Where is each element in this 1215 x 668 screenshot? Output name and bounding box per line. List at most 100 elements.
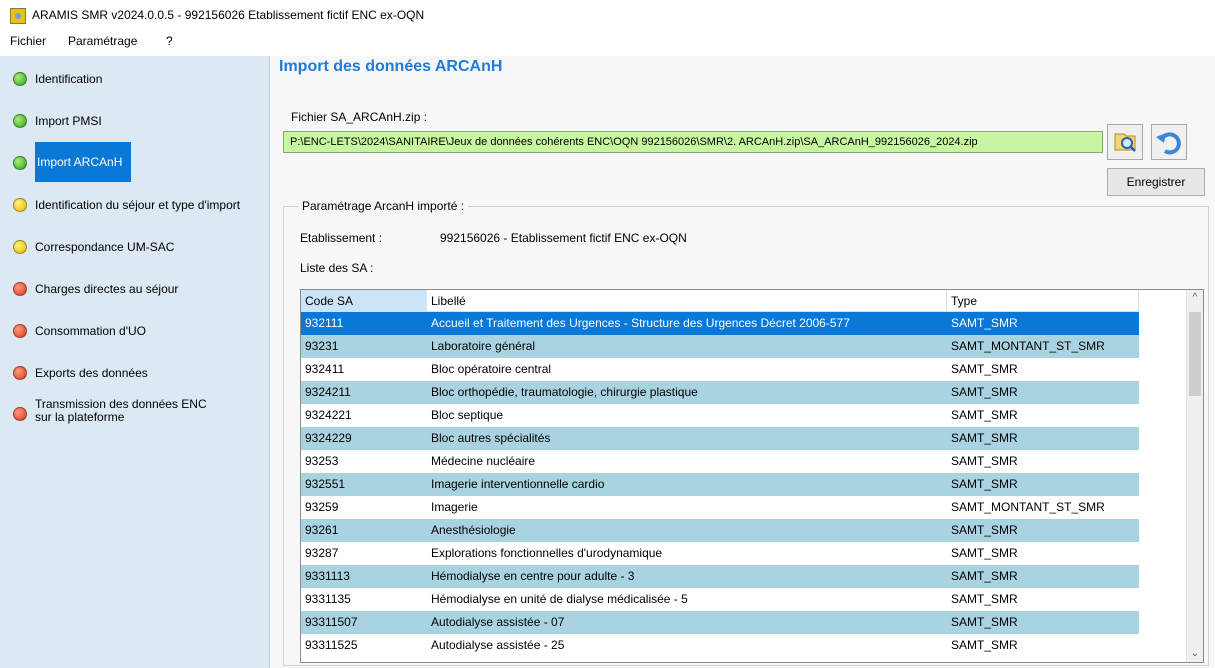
sidebar-item-label: Consommation d'UO [35,324,146,338]
table-row[interactable]: 9331113 Hémodialyse en centre pour adulte… [301,565,1139,588]
page-title: Import des données ARCAnH [279,58,503,75]
save-button[interactable]: Enregistrer [1107,168,1205,196]
cell-type: SAMT_SMR [951,431,1018,445]
cell-libelle: Médecine nucléaire [431,454,536,468]
table-row[interactable]: 9331135 Hémodialyse en unité de dialyse m… [301,588,1139,611]
cell-code-sa: 9324229 [305,431,352,445]
cell-libelle: Bloc septique [431,408,504,422]
table-row[interactable]: 93261 Anesthésiologie SAMT_SMR [301,519,1139,542]
cell-libelle: Laboratoire général [431,339,536,353]
status-red-icon [13,407,27,421]
status-red-icon [13,282,27,296]
cell-type: SAMT_MONTANT_ST_SMR [951,339,1105,353]
table-row[interactable]: 9324229 Bloc autres spécialités SAMT_SMR [301,427,1139,450]
browse-button[interactable] [1107,124,1143,160]
sidebar-item-consommation-uo[interactable]: Consommation d'UO [0,316,270,346]
sidebar-item-import-pmsi[interactable]: Import PMSI [0,106,270,136]
cell-code-sa: 93261 [305,523,339,537]
sidebar-item-label: Identification [35,72,103,86]
cell-libelle: Bloc autres spécialités [431,431,551,445]
cell-type: SAMT_SMR [951,523,1018,537]
title-bar: ARAMIS SMR v2024.0.0.5 - 992156026 Etabl… [0,0,1215,30]
status-yellow-icon [13,240,27,254]
menu-bar: Fichier Paramétrage ? [0,30,1215,52]
table-row[interactable]: 93253 Médecine nucléaire SAMT_SMR [301,450,1139,473]
sidebar-item-label: Import ARCAnH [35,142,131,182]
undo-button[interactable] [1151,124,1187,160]
sidebar-item-charges-directes[interactable]: Charges directes au séjour [0,274,270,304]
cell-code-sa: 932111 [305,316,344,330]
table-row[interactable]: 93231 Laboratoire général SAMT_MONTANT_ST_… [301,335,1139,358]
column-header-code-sa[interactable]: Code SA [301,290,427,312]
status-red-icon [13,324,27,338]
cell-libelle: Imagerie interventionnelle cardio [431,477,605,491]
cell-libelle: Hémodialyse en unité de dialyse médicali… [431,592,688,606]
cell-type: SAMT_SMR [951,546,1018,560]
table-row[interactable]: 932411 Bloc opératoire central SAMT_SMR [301,358,1139,381]
cell-type: SAMT_SMR [951,615,1018,629]
arcanh-settings-group: Paramétrage ArcanH importé : Etablisseme… [283,199,1209,666]
table-body: 932111 Accueil et Traitement des Urgences… [301,312,1139,657]
scroll-up-icon[interactable]: ^ [1187,290,1203,306]
app-icon [10,8,26,24]
table-row[interactable]: 93311525 Autodialyse assistée - 25 SAMT_SM… [301,634,1139,657]
sidebar-item-label: Charges directes au séjour [35,282,179,296]
status-green-icon [13,114,27,128]
cell-type: SAMT_SMR [951,316,1018,330]
menu-parametrage[interactable]: Paramétrage [68,34,137,48]
sidebar-item-exports[interactable]: Exports des données [0,358,270,388]
cell-type: SAMT_SMR [951,362,1018,376]
status-yellow-icon [13,198,27,212]
menu-help[interactable]: ? [166,34,173,48]
table-row[interactable]: 93259 Imagerie SAMT_MONTANT_ST_SMR [301,496,1139,519]
status-green-icon [13,72,27,86]
status-green-icon [13,156,27,170]
table-row[interactable]: 932551 Imagerie interventionnelle cardio S… [301,473,1139,496]
cell-code-sa: 9331113 [305,569,350,583]
cell-type: SAMT_SMR [951,454,1018,468]
cell-type: SAMT_SMR [951,408,1018,422]
cell-libelle: Explorations fonctionnelles d'urodynamiq… [431,546,663,560]
sidebar-item-label: Exports des données [35,366,148,380]
cell-type: SAMT_MONTANT_ST_SMR [951,500,1105,514]
scroll-down-icon[interactable]: ⌄ [1187,646,1203,662]
sidebar-item-label: Identification du séjour et type d'impor… [35,198,241,212]
cell-code-sa: 93311525 [305,638,358,652]
table-row[interactable]: 9324221 Bloc septique SAMT_SMR [301,404,1139,427]
main-panel: Import des données ARCAnH Fichier SA_ARC… [271,56,1215,668]
sidebar-item-transmission[interactable]: Transmission des données ENC sur la plat… [0,396,270,432]
cell-type: SAMT_SMR [951,592,1018,606]
table-row[interactable]: 93287 Explorations fonctionnelles d'urody… [301,542,1139,565]
establishment-value: 992156026 - Etablissement fictif ENC ex-… [440,231,687,245]
cell-code-sa: 9324211 [305,385,351,399]
status-red-icon [13,366,27,380]
sa-table[interactable]: Code SA Libellé Type 932111 Accueil et Tr… [300,289,1204,663]
browse-icon [1114,133,1136,152]
sidebar-item-identification-sejour[interactable]: Identification du séjour et type d'impor… [0,190,270,220]
file-path-field[interactable]: P:\ENC-LETS\2024\SANITAIRE\Jeux de donné… [283,131,1103,153]
cell-libelle: Hémodialyse en centre pour adulte - 3 [431,569,635,583]
table-row[interactable]: 932111 Accueil et Traitement des Urgences… [301,312,1139,335]
column-header-type[interactable]: Type [947,290,1139,312]
cell-type: SAMT_SMR [951,569,1018,583]
sa-list-label: Liste des SA : [300,261,374,275]
cell-type: SAMT_SMR [951,385,1018,399]
sidebar-item-correspondance-um-sac[interactable]: Correspondance UM-SAC [0,232,270,262]
cell-code-sa: 93259 [305,500,339,514]
cell-code-sa: 93253 [305,454,339,468]
scroll-thumb[interactable] [1189,312,1201,396]
sidebar-item-import-arcanh[interactable]: Import ARCAnH [0,142,270,184]
undo-icon [1156,132,1181,155]
column-header-libelle[interactable]: Libellé [427,290,947,312]
cell-libelle: Autodialyse assistée - 25 [431,638,565,652]
file-label: Fichier SA_ARCAnH.zip : [291,110,428,124]
cell-code-sa: 93287 [305,546,339,560]
table-row[interactable]: 93311507 Autodialyse assistée - 07 SAMT_SM… [301,611,1139,634]
vertical-scrollbar[interactable]: ^ ⌄ [1186,290,1203,662]
cell-code-sa: 93231 [305,339,339,353]
menu-fichier[interactable]: Fichier [10,34,46,48]
sidebar-item-identification[interactable]: Identification [0,64,270,94]
table-row[interactable]: 9324211 Bloc orthopédie, traumatologie, c… [301,381,1139,404]
cell-libelle: Imagerie [431,500,478,514]
cell-libelle: Bloc orthopédie, traumatologie, chirurgi… [431,385,698,399]
